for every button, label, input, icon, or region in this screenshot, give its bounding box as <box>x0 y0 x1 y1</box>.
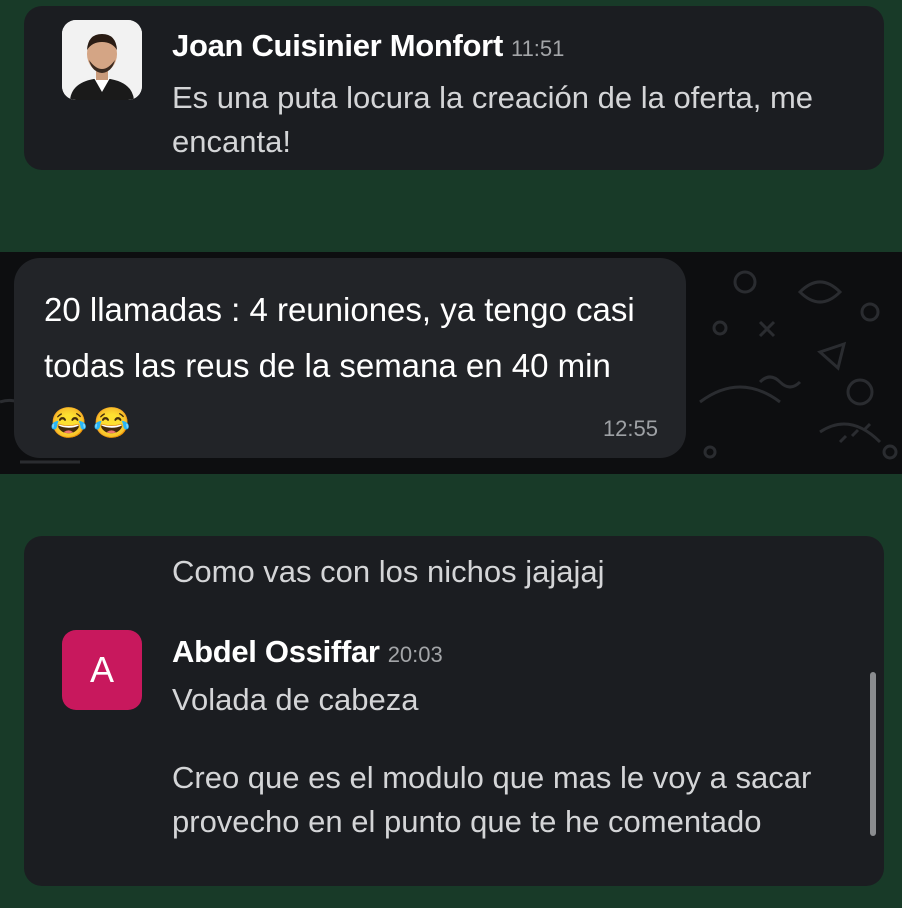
laughing-emoji-icon: 😂 <box>93 407 131 440</box>
author-name-text[interactable]: Abdel Ossiffar <box>172 634 380 669</box>
chat-screenshot-band: 20 llamadas : 4 reuniones, ya tengo casi… <box>0 252 902 474</box>
author-name[interactable]: Abdel Ossiffar 20:03 <box>172 634 443 670</box>
message-card-joan: Joan Cuisinier Monfort 11:51 Es una puta … <box>24 6 884 170</box>
scrollbar[interactable] <box>870 672 876 836</box>
author-name-text[interactable]: Joan Cuisinier Monfort <box>172 28 503 63</box>
laughing-emoji-icon: 😂 <box>50 407 88 440</box>
avatar-letter: A <box>89 649 114 690</box>
message-timestamp[interactable]: 11:51 <box>511 36 564 61</box>
message-card-abdel: Como vas con los nichos jajajaj A Abdel … <box>24 536 884 886</box>
author-name[interactable]: Joan Cuisinier Monfort 11:51 <box>172 28 564 64</box>
message-timestamp[interactable]: 20:03 <box>388 642 443 667</box>
chat-bubble-text: 20 llamadas : 4 reuniones, ya tengo casi… <box>44 282 644 452</box>
previous-message-text: Como vas con los nichos jajajaj <box>172 554 605 589</box>
chat-bubble-message: 20 llamadas : 4 reuniones, ya tengo casi… <box>44 291 644 384</box>
message-text: Creo que es el modulo que mas le voy a s… <box>172 760 820 839</box>
chat-bubble: 20 llamadas : 4 reuniones, ya tengo casi… <box>14 258 686 458</box>
avatar-joan[interactable] <box>62 20 142 100</box>
message-text: Volada de cabeza <box>172 682 419 717</box>
message-text: Es una puta locura la creación de la ofe… <box>172 80 822 159</box>
chat-bubble-timestamp: 12:55 <box>602 416 658 441</box>
avatar-abdel[interactable]: A <box>62 630 142 710</box>
